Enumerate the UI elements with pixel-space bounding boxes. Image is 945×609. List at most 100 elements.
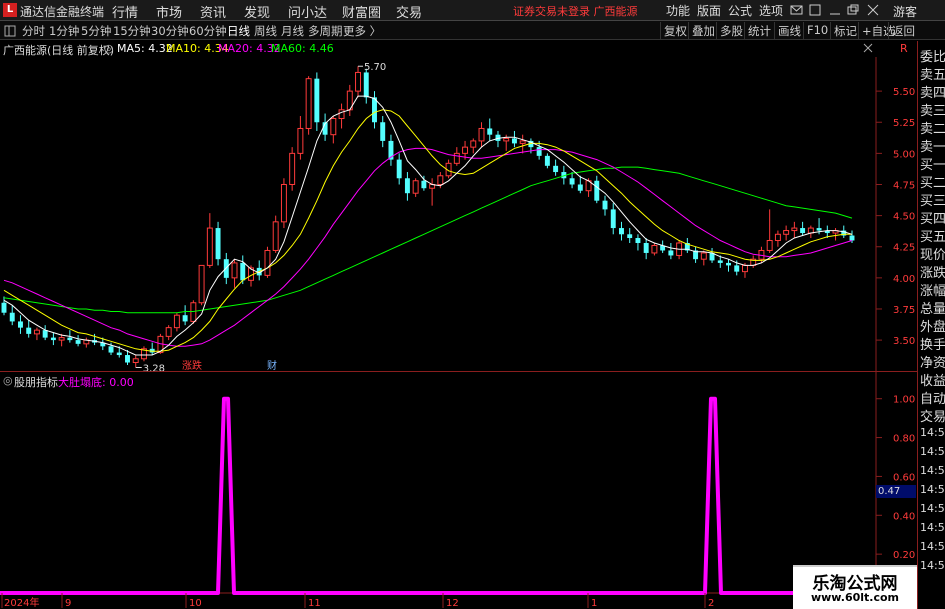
quote-label: 收益 <box>920 374 945 389</box>
quote-label: 总量 <box>920 302 945 317</box>
stats-button[interactable]: 统计 <box>744 22 774 39</box>
period-60min[interactable]: 60分钟 <box>189 23 227 39</box>
quote-label: 外盘 <box>920 320 945 335</box>
draw-button[interactable]: 画线 <box>774 22 804 39</box>
candle-down <box>569 178 575 185</box>
candle-up <box>774 233 781 242</box>
tick-time: 14:56 <box>920 540 945 553</box>
candle-up <box>437 175 444 185</box>
period-weekly[interactable]: 周线 <box>254 23 277 39</box>
sub-settings-icon[interactable]: ◎ <box>3 374 13 387</box>
candle-down <box>717 260 723 263</box>
candle-up <box>297 127 304 154</box>
candle-down <box>67 337 73 341</box>
low-price-label: 3.28 <box>143 363 165 374</box>
candle-down <box>314 78 320 123</box>
menu-jiaoyi[interactable]: 交易 <box>396 2 422 21</box>
menu-wenxiaoda[interactable]: 问小达 <box>288 2 327 21</box>
candle-down <box>594 180 600 201</box>
menu-toggle-icon[interactable] <box>4 25 16 37</box>
menu-hangqing[interactable]: 行情 <box>112 2 138 21</box>
ma-lines <box>3 95 853 356</box>
back-button[interactable]: 返回 <box>888 22 918 39</box>
restore-icon[interactable] <box>847 4 859 15</box>
candle-down <box>553 165 559 173</box>
time-tick-label: 11 <box>308 598 321 609</box>
message-icon[interactable] <box>790 5 803 15</box>
sub-tick-label: 0.80 <box>893 434 915 445</box>
ma5-line <box>3 95 853 356</box>
period-monthly[interactable]: 月线 <box>281 23 304 39</box>
price-tick-label: 3.75 <box>893 305 915 316</box>
mark-button[interactable]: 标记 <box>830 22 860 39</box>
ma60-line <box>3 166 853 314</box>
candle-up <box>330 118 337 136</box>
candle-down <box>182 315 188 322</box>
indicator-line-label: 大肚塌底: 0.00 <box>58 376 134 389</box>
period-toolbar: 分时 1分钟 5分钟 15分钟 30分钟 60分钟 日线 周线 月线 多周期 更… <box>0 21 945 40</box>
menu-gongneng[interactable]: 功能 <box>666 2 690 19</box>
tick-time: 14:56 <box>920 464 945 477</box>
period-5min[interactable]: 5分钟 <box>81 23 111 39</box>
candle-up <box>165 327 172 337</box>
high-price-label: 5.70 <box>364 62 386 73</box>
period-multi[interactable]: 多周期 <box>308 23 343 39</box>
candle-down <box>536 147 542 156</box>
candle-down <box>849 235 855 241</box>
tick-time: 14:56 <box>920 483 945 496</box>
candle-down <box>17 321 23 328</box>
candle-up <box>791 227 798 232</box>
period-15min[interactable]: 15分钟 <box>113 23 151 39</box>
period-more[interactable]: 更多 〉 <box>343 23 381 39</box>
menu-caifuquan[interactable]: 财富圈 <box>342 2 381 21</box>
menu-faxian[interactable]: 发现 <box>244 2 270 21</box>
price-tick-label: 5.25 <box>893 118 915 129</box>
trade-label[interactable]: 交易 <box>920 406 945 425</box>
app-title: 通达信金融终端 <box>20 5 105 19</box>
period-1min[interactable]: 1分钟 <box>49 23 79 39</box>
time-axis: 2024年 9 10 11 12 1 2 <box>1 593 714 609</box>
candle-down <box>800 228 806 234</box>
period-daily[interactable]: 日线 <box>227 23 250 39</box>
close-icon[interactable] <box>867 4 879 16</box>
candle-up <box>33 329 40 335</box>
skin-icon[interactable] <box>809 4 821 16</box>
fuquan-button[interactable]: 复权 <box>660 22 690 39</box>
guest-user[interactable]: 游客 <box>893 3 917 20</box>
quote-label: 净资 <box>920 356 945 371</box>
candle-up <box>355 71 361 92</box>
candle-down <box>619 228 624 235</box>
candle-up <box>462 146 469 154</box>
period-30min[interactable]: 30分钟 <box>151 23 189 39</box>
price-tick-label: 3.50 <box>893 336 915 347</box>
candle-up <box>272 221 279 251</box>
overlay-button[interactable]: 叠加 <box>688 22 718 39</box>
tick-time: 14:56 <box>920 502 945 515</box>
kline-chart[interactable]: 5.50 5.25 5.00 4.75 4.50 4.25 4.00 3.75 3.50 1.0… <box>0 40 917 609</box>
sub-tick-label: 1.00 <box>893 395 915 406</box>
watermark-url: www.60lt.com <box>810 591 900 604</box>
auto-trade-label[interactable]: 自动 <box>920 388 945 407</box>
chart-divider <box>0 371 917 372</box>
quote-label: 卖二 <box>920 122 945 137</box>
period-fenshi[interactable]: 分时 <box>22 23 45 39</box>
quote-label: 买三 <box>920 194 945 209</box>
menu-banmian[interactable]: 版面 <box>697 2 721 19</box>
menu-xuanxiang[interactable]: 选项 <box>759 2 783 19</box>
tick-time: 14:56 <box>920 521 945 534</box>
multi-stock-button[interactable]: 多股 <box>716 22 746 39</box>
sub-tick-label: 0.60 <box>893 472 915 483</box>
indicator-name[interactable]: 股朋指标 <box>14 374 58 390</box>
candle-down <box>380 122 386 141</box>
menu-zixun[interactable]: 资讯 <box>200 2 226 21</box>
menu-shichang[interactable]: 市场 <box>156 2 182 21</box>
menu-gongshi[interactable]: 公式 <box>728 2 752 19</box>
time-tick-label: 12 <box>446 598 459 609</box>
login-notice[interactable]: 证券交易未登录 广西能源 <box>513 3 638 19</box>
candle-down <box>404 178 410 194</box>
candle-down <box>577 184 583 191</box>
candle-up <box>470 140 477 148</box>
f10-button[interactable]: F10 <box>803 22 831 39</box>
time-tick-label: 2 <box>708 598 714 609</box>
candle-down <box>610 209 616 229</box>
